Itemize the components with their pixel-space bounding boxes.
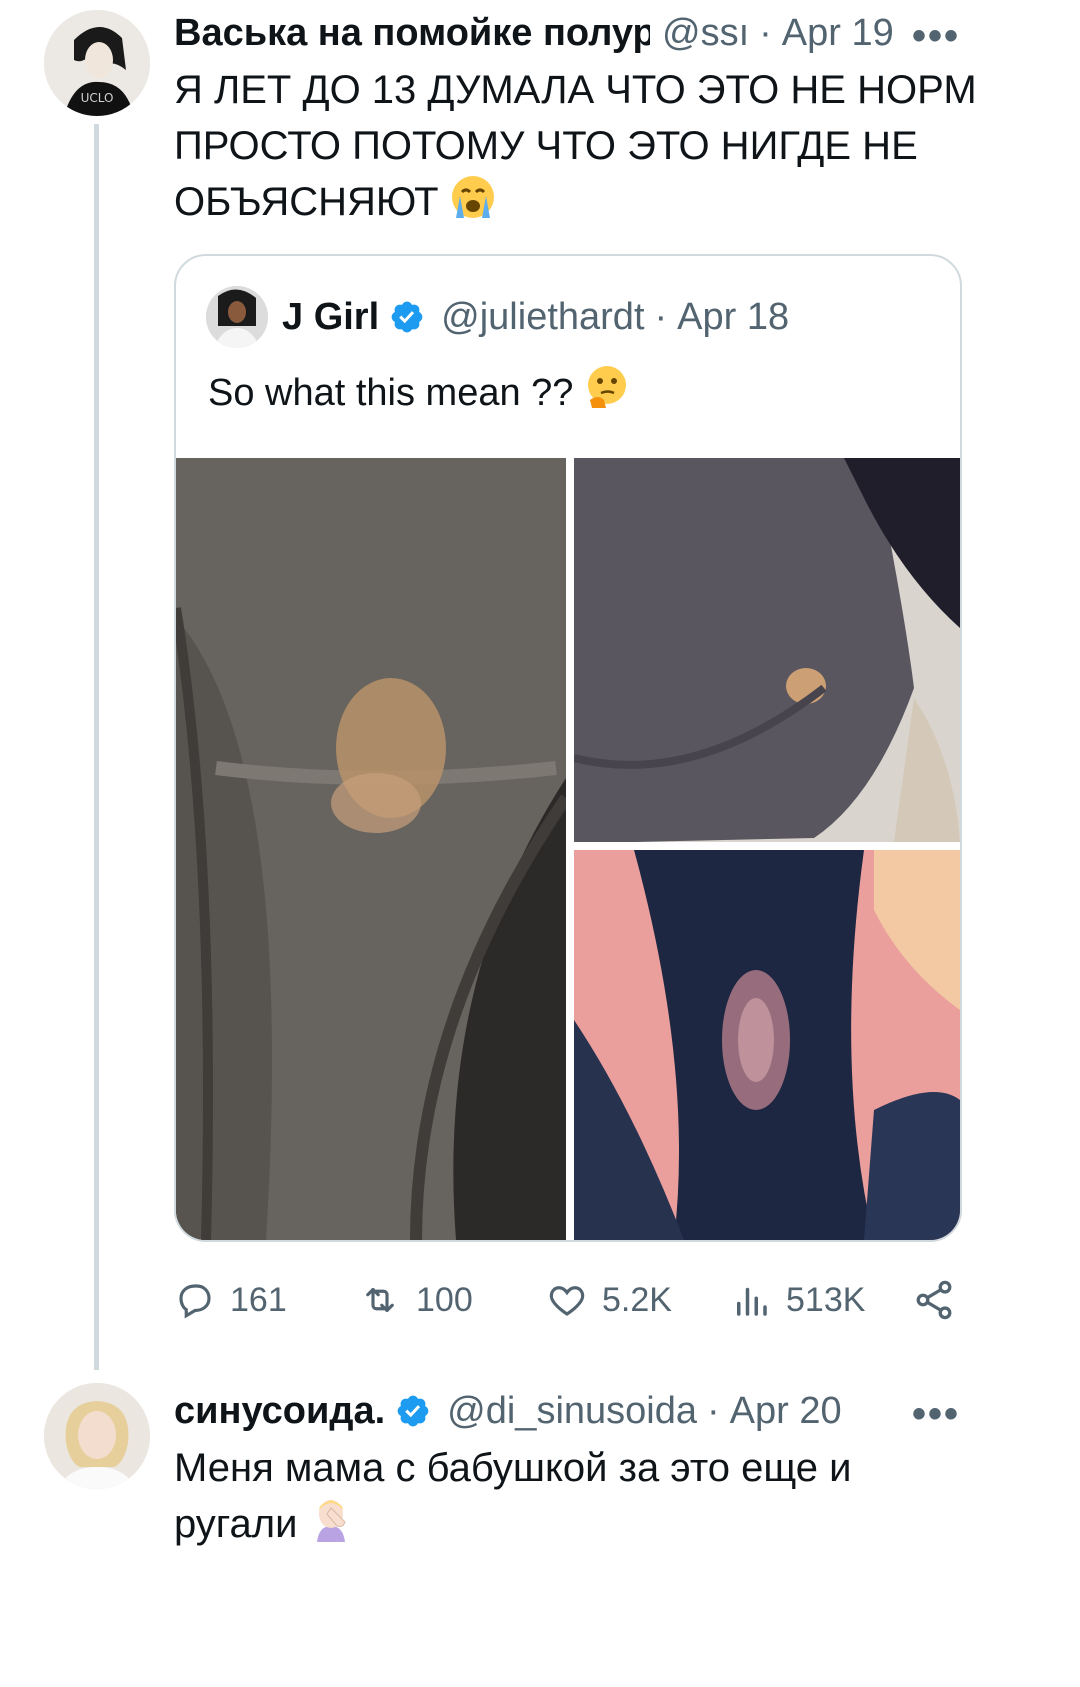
quoted-text: So what this mean ?? — [208, 364, 630, 426]
display-name[interactable]: синусоида. — [174, 1390, 385, 1433]
crying-face-emoji — [450, 174, 496, 235]
photo-gray-underwear-2[interactable] — [574, 458, 960, 842]
quoted-header: J Girl @juliethardt · Apr 18 — [282, 292, 789, 342]
tweet-header: синусоида. @di_sinusoida · Apr 20 — [174, 1386, 842, 1436]
tweet-actions: 161 100 5.2K 513K — [174, 1275, 964, 1325]
photo-navy-underwear[interactable] — [574, 850, 960, 1240]
heart-icon — [549, 1286, 585, 1316]
more-options-icon[interactable]: ••• — [912, 14, 960, 59]
quoted-tweet-card[interactable]: J Girl @juliethardt · Apr 18 So what thi… — [174, 254, 962, 1242]
quoted-date[interactable]: Apr 18 — [677, 296, 789, 339]
quoted-avatar[interactable] — [206, 286, 268, 348]
tweet-text-line: ругали — [174, 1496, 994, 1557]
tweet-text-line: Я ЛЕТ ДО 13 ДУМАЛА ЧТО ЭТО НЕ НОРМ — [174, 68, 977, 112]
tweet-text: Я ЛЕТ ДО 13 ДУМАЛА ЧТО ЭТО НЕ НОРМ ПРОСТ… — [174, 62, 994, 235]
tweet-text-line: Меня мама с бабушкой за это еще и — [174, 1446, 852, 1490]
separator: · — [654, 295, 668, 338]
quoted-handle[interactable]: @juliethardt — [441, 296, 644, 339]
reply-button[interactable]: 161 — [174, 1279, 287, 1321]
share-button[interactable] — [912, 1278, 970, 1322]
verified-badge-icon — [395, 1393, 431, 1429]
quoted-display-name[interactable]: J Girl — [282, 296, 379, 339]
handle[interactable]: @di_sinusoida — [447, 1390, 697, 1433]
tweet-text-line: ОБЪЯСНЯЮТ — [174, 174, 994, 235]
tweet-text-line: ПРОСТО ПОТОМУ ЧТО ЭТО НИГДЕ НЕ — [174, 124, 918, 168]
avatar[interactable]: UCLO — [44, 10, 150, 116]
repost-button[interactable]: 100 — [358, 1279, 473, 1321]
tweet-date[interactable]: Apr 19 — [782, 12, 894, 55]
reply-icon — [179, 1284, 211, 1319]
views-button[interactable]: 513K — [730, 1279, 865, 1321]
repost-count: 100 — [416, 1280, 473, 1319]
handle[interactable]: @ssı — [662, 12, 749, 55]
thread-line — [94, 124, 99, 1370]
display-name[interactable]: Васька на помойке полуре — [174, 12, 650, 55]
tweet-text: Меня мама с бабушкой за это еще и ругали — [174, 1440, 994, 1557]
person-facepalming-emoji — [309, 1496, 353, 1557]
repost-icon — [366, 1287, 394, 1313]
more-options-icon[interactable]: ••• — [912, 1392, 960, 1437]
verified-badge-icon — [389, 299, 425, 335]
photo-gray-underwear-1[interactable] — [176, 458, 566, 1240]
tweet-date[interactable]: Apr 20 — [730, 1390, 842, 1433]
views-icon — [737, 1287, 767, 1316]
like-count: 5.2K — [602, 1280, 672, 1319]
thinking-face-emoji — [584, 364, 630, 426]
svg-text:UCLO: UCLO — [81, 91, 114, 105]
like-button[interactable]: 5.2K — [546, 1279, 672, 1321]
views-count: 513K — [786, 1280, 866, 1319]
tweet-header: Васька на помойке полуре @ssı · Apr 19 — [174, 8, 964, 58]
avatar[interactable] — [44, 1383, 150, 1489]
share-icon — [916, 1280, 952, 1320]
separator: · — [759, 11, 772, 54]
reply-count: 161 — [230, 1280, 287, 1319]
separator: · — [707, 1389, 720, 1432]
